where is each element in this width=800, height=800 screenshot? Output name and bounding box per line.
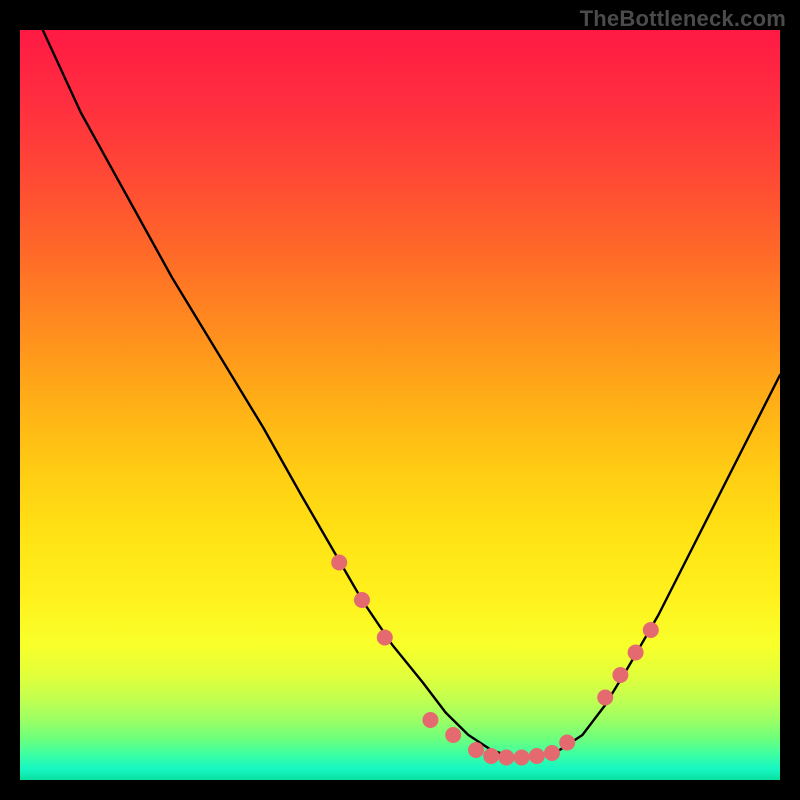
curve-marker <box>483 748 499 764</box>
curve-marker <box>612 667 628 683</box>
curve-marker <box>559 735 575 751</box>
watermark-text: TheBottleneck.com <box>580 6 786 32</box>
curve-marker <box>468 742 484 758</box>
curve-marker <box>597 690 613 706</box>
curve-path <box>43 30 780 758</box>
curve-marker <box>529 748 545 764</box>
chart-stage: TheBottleneck.com <box>0 0 800 800</box>
curve-marker <box>377 630 393 646</box>
curve-marker <box>628 645 644 661</box>
bottleneck-curve <box>20 30 780 780</box>
curve-marker <box>643 622 659 638</box>
curve-marker <box>445 727 461 743</box>
plot-area <box>20 30 780 780</box>
curve-marker <box>514 750 530 766</box>
curve-marker <box>544 745 560 761</box>
curve-marker <box>498 750 514 766</box>
curve-marker <box>331 555 347 571</box>
curve-marker <box>354 592 370 608</box>
curve-marker <box>422 712 438 728</box>
